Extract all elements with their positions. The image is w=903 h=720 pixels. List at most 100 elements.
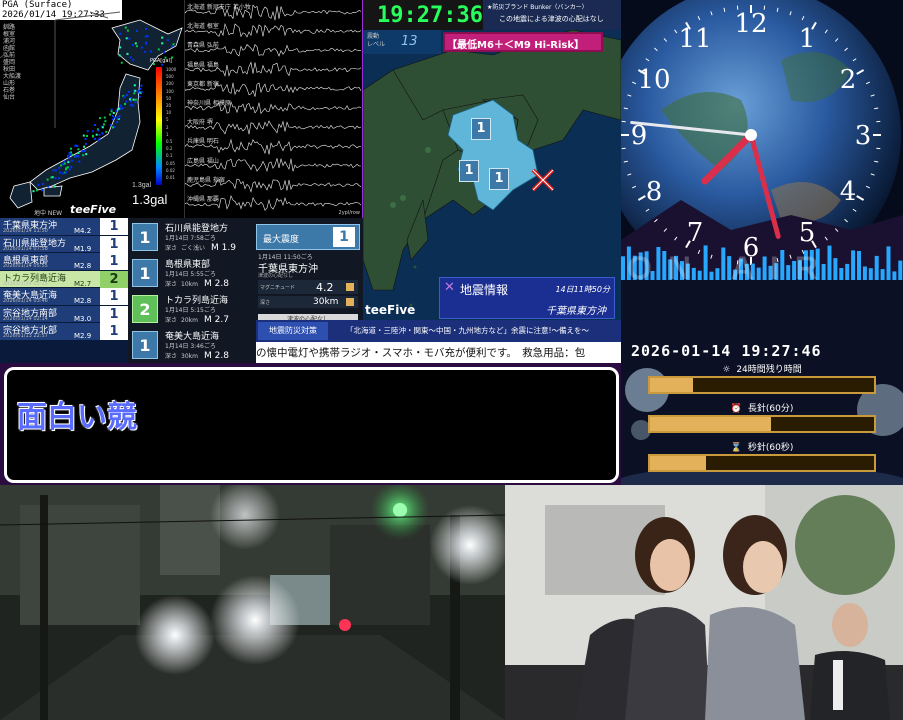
pga-station-dot	[85, 153, 88, 156]
pga-station-dot	[110, 110, 113, 113]
report-row[interactable]: 石川県能登地方 2026/01/14 07:58 M1.9 1	[0, 235, 128, 253]
pga-station-dot	[37, 183, 40, 186]
pga-station-dot	[113, 116, 116, 119]
visualizer-bar	[868, 268, 873, 280]
report-row[interactable]: 宗谷地方北部 2026/01/13 22:57 M2.9 1	[0, 323, 128, 341]
visualizer-bar	[621, 256, 625, 280]
detail-depth-label: 深さ	[165, 317, 178, 324]
waveform-footer: 2ypl/row	[338, 210, 360, 216]
comment-box: 面白い競	[4, 367, 619, 483]
detail-depth: ごく浅い	[181, 245, 206, 252]
pga-station-dot	[70, 165, 73, 168]
detail-shindo: 1	[132, 331, 158, 359]
pga-station-dot	[101, 126, 104, 129]
detail-card[interactable]: 1 島根県東部 1月14日 5:55ごろ 深さ 10km M 2.8	[128, 254, 256, 290]
pga-scale-title: PGA[gal]	[150, 58, 172, 64]
report-time: 2026/01/14 05:15	[3, 280, 48, 287]
pga-station-dot	[58, 166, 61, 169]
pga-station-dot	[145, 28, 148, 30]
clock-numeral: 12	[734, 9, 767, 39]
report-row[interactable]: 宗谷地方南部 2026/01/14 02:14 M3.0 1	[0, 305, 128, 323]
mag-color-chip	[346, 283, 354, 291]
info-time: 14日11時50分	[555, 285, 610, 294]
map-clock-box: 19:27:36	[363, 0, 483, 30]
pga-station-dot	[99, 117, 101, 120]
map-shindo-marker: 1	[489, 168, 509, 190]
report-row[interactable]: トカラ列島近海 2026/01/14 05:15 M2.7 2	[0, 270, 128, 288]
digital-datetime: 2026-01-14 19:27:46	[631, 342, 822, 360]
detail-depth-row: 深さ ごく浅い M 1.9	[165, 243, 236, 253]
pga-station-dot	[69, 153, 72, 156]
visualizer-bar	[880, 269, 885, 280]
pga-station-dot	[132, 104, 135, 107]
ticker-alert: 「北海道・三陸沖・関東〜中国・九州地方など」余震に注意!〜備えを〜	[346, 326, 590, 335]
detail-depth-label: 深さ	[165, 281, 178, 288]
timer-label: 24時間残り時間	[736, 365, 802, 375]
clock-numeral: 3	[855, 121, 872, 151]
countdown-panel: 2026-01-14 19:27:46 ☼ 24時間残り時間 ⏰ 長針(60分) ⌛ 秒針…	[621, 280, 903, 485]
pga-station-dot	[111, 115, 114, 118]
pga-station-dot	[46, 178, 49, 181]
pga-station-dot	[92, 135, 94, 138]
pga-station-dot	[138, 95, 141, 98]
timer-progress-bar	[648, 415, 876, 433]
pga-station-dot	[133, 92, 136, 95]
report-row[interactable]: 島根県東部 2026/01/14 05:55 M2.8 1	[0, 253, 128, 271]
summary-depth-row: 深さ 30km	[258, 296, 358, 308]
bunker-text: ★防災ブランド Bunker（バンカー）	[487, 4, 588, 11]
wave-station-label: 鹿児島県 指宿	[187, 176, 225, 184]
pga-station-dot	[126, 52, 129, 55]
analog-clock: 12 1234567891011	[621, 0, 903, 280]
pga-station-dot	[58, 177, 61, 180]
pga-station-dot	[146, 35, 149, 38]
clock-center	[745, 129, 757, 141]
report-row[interactable]: 奄美大島近海 2026/01/14 03:46 M2.8 1	[0, 288, 128, 306]
pga-station-dot	[94, 124, 96, 126]
detail-depth-row: 深さ 30km M 2.8	[165, 351, 229, 361]
comment-panel: 面白い競	[0, 363, 621, 485]
pga-station-dot	[144, 41, 147, 44]
pga-station-dot	[54, 177, 57, 180]
detail-card[interactable]: 1 奄美大島近海 1月14日 3:46ごろ 深さ 30km M 2.8	[128, 326, 256, 362]
pga-station-dot	[118, 107, 121, 110]
visualizer-bar	[898, 260, 903, 280]
timer-progress-fill	[650, 456, 706, 470]
detail-time: 1月14日 7:58ごろ	[165, 235, 216, 242]
detail-shindo: 1	[132, 223, 158, 251]
pga-station-dot	[136, 29, 138, 32]
pga-station-dot	[97, 129, 100, 132]
wave-station-label: 青森県 弘前	[187, 42, 219, 50]
pga-footer-left: 地中 NEW	[34, 210, 63, 217]
visualizer-bar	[845, 263, 850, 280]
pga-scale-tick: 100	[166, 88, 174, 94]
detail-depth: 10km	[181, 281, 198, 288]
report-shindo: 1	[100, 288, 128, 305]
pga-station-dot	[134, 89, 137, 92]
timer-label-row: ⏰ 長針(60分)	[621, 401, 903, 414]
pga-station-dot	[76, 145, 79, 147]
report-magnitude: M1.9	[74, 244, 92, 253]
report-row[interactable]: 千葉県東方沖 2026/01/14 11:50 M4.2 1	[0, 218, 128, 236]
pga-station-dot	[140, 46, 143, 49]
shaking-level-value: 13	[401, 34, 418, 49]
summary-mag-value: 4.2	[316, 281, 334, 294]
pga-scale-tick: 20	[166, 103, 172, 109]
wave-station-label: 東京都 新宿	[187, 80, 219, 88]
pga-station-dot	[70, 147, 72, 150]
pga-station-dot	[94, 137, 96, 140]
pga-station-dot	[116, 121, 119, 124]
tsunami-note: この地震による津波の心配はなし	[499, 15, 604, 23]
pga-station-dot	[82, 154, 85, 157]
ticker-scroll: の懐中電灯や携帯ラジオ・スマホ・モバ充が便利です。 救急用品：包	[256, 347, 586, 359]
pga-station-dot	[65, 171, 68, 174]
pga-station-dot	[101, 132, 104, 135]
detail-card[interactable]: 2 トカラ列島近海 1月14日 5:15ごろ 深さ 20km M 2.7	[128, 290, 256, 326]
pga-station-dot	[70, 159, 73, 162]
detail-card[interactable]: 1 石川県能登地方 1月14日 7:58ごろ 深さ ごく浅い M 1.9	[128, 218, 256, 254]
pga-station-dot	[74, 154, 77, 157]
report-magnitude: M2.8	[74, 262, 92, 270]
pga-scale-ticks: 1000 500 200 100 50 20 10 5 2 1 0.5 0.2 0.1 0.05 0.02 0…	[166, 66, 176, 181]
pga-station-dot	[47, 185, 50, 188]
pga-station-dot	[130, 100, 132, 103]
ticker-label: 地震防災対策	[258, 322, 328, 340]
